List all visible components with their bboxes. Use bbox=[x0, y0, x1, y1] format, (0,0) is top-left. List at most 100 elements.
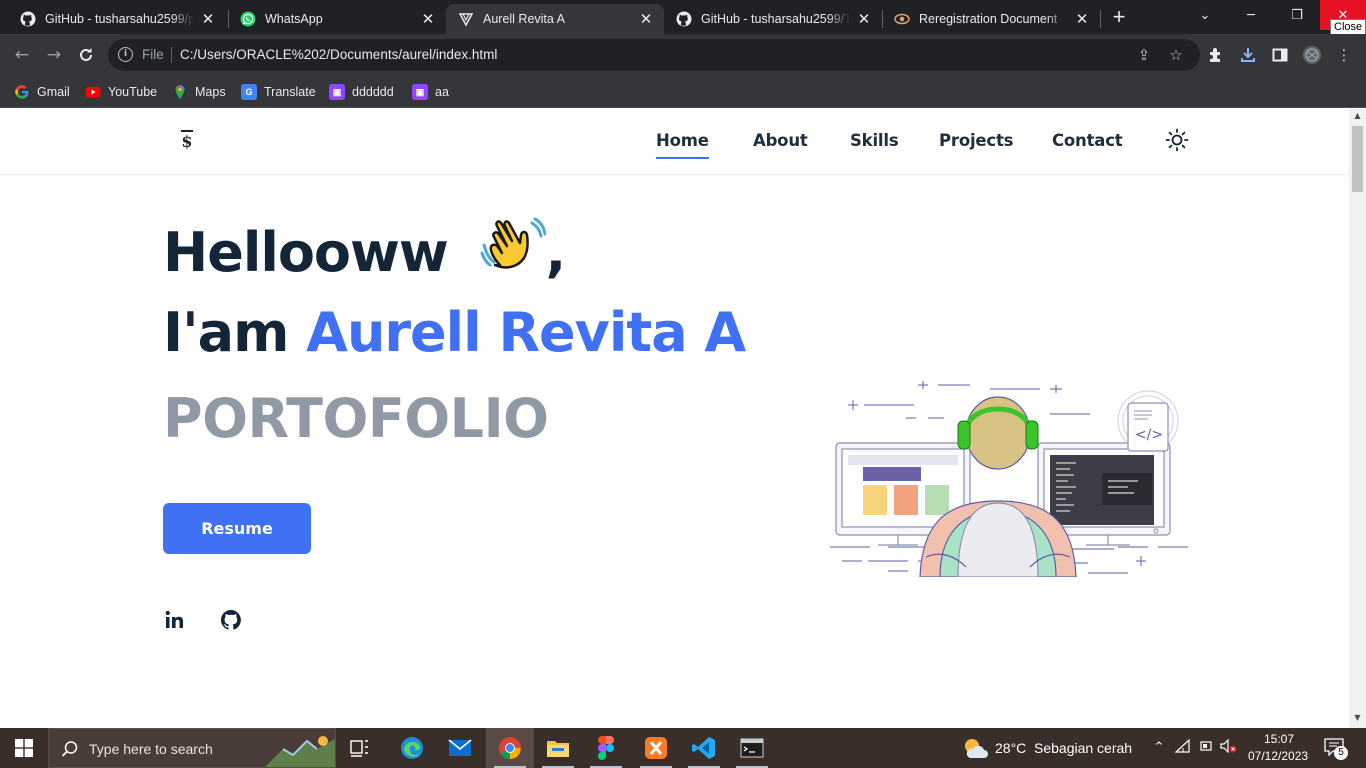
nav-skills[interactable]: Skills bbox=[850, 131, 899, 150]
nav-home[interactable]: Home bbox=[656, 131, 709, 159]
omnibox-divider bbox=[171, 47, 172, 63]
bookmark-label: aa bbox=[435, 85, 449, 99]
resume-button[interactable]: Resume bbox=[163, 503, 311, 554]
extensions-icon[interactable] bbox=[1206, 45, 1226, 65]
tab-title: GitHub - tusharsahu2599/Timer bbox=[701, 12, 850, 26]
tab-aurell-revita[interactable]: Aurell Revita A ✕ bbox=[446, 4, 664, 34]
menu-kebab-icon[interactable]: ⋮ bbox=[1334, 45, 1354, 65]
volume-muted-icon[interactable] bbox=[1220, 738, 1238, 757]
site-logo[interactable]: $ bbox=[169, 123, 205, 159]
profile-avatar[interactable] bbox=[1302, 45, 1322, 65]
youtube-icon bbox=[85, 84, 101, 100]
reload-button[interactable] bbox=[74, 43, 98, 67]
bookmark-dddddd[interactable]: ▣ dddddd bbox=[329, 82, 394, 102]
bookmark-label: Maps bbox=[195, 85, 226, 99]
tab-search-button[interactable]: ⌄ bbox=[1182, 0, 1228, 30]
svg-text:</>: </> bbox=[1135, 427, 1163, 443]
nav-about[interactable]: About bbox=[753, 131, 808, 150]
tab-reregistration[interactable]: Reregistration Document ✕ bbox=[882, 4, 1100, 34]
twitch-icon: ▣ bbox=[412, 84, 428, 100]
windows-logo-icon bbox=[15, 739, 33, 757]
close-tab-icon[interactable]: ✕ bbox=[856, 11, 872, 27]
chrome-icon[interactable] bbox=[486, 728, 534, 768]
close-tab-icon[interactable]: ✕ bbox=[1074, 11, 1090, 27]
figma-icon[interactable] bbox=[582, 728, 630, 768]
bookmark-label: Translate bbox=[264, 85, 316, 99]
forward-button[interactable]: → bbox=[42, 43, 66, 67]
clock-date[interactable]: 07/12/2023 bbox=[1248, 749, 1308, 763]
bookmark-maps[interactable]: Maps bbox=[172, 82, 226, 102]
maps-icon bbox=[172, 84, 188, 100]
bookmark-aa[interactable]: ▣ aa bbox=[412, 82, 449, 102]
edge-icon[interactable] bbox=[388, 728, 436, 768]
close-tab-icon[interactable]: ✕ bbox=[638, 11, 654, 27]
bookmark-star-icon[interactable]: ☆ bbox=[1167, 46, 1185, 64]
tab-title: WhatsApp bbox=[265, 12, 323, 26]
bookmark-youtube[interactable]: YouTube bbox=[85, 82, 157, 102]
address-bar[interactable]: i File C:/Users/ORACLE%202/Documents/aur… bbox=[108, 39, 1200, 71]
close-tab-icon[interactable]: ✕ bbox=[420, 11, 436, 27]
tab-whatsapp[interactable]: WhatsApp ✕ bbox=[228, 4, 446, 34]
close-tooltip: Close bbox=[1330, 19, 1366, 35]
scrollbar-thumb[interactable] bbox=[1352, 126, 1363, 192]
restore-button[interactable]: ❐ bbox=[1274, 0, 1320, 30]
sun-icon[interactable] bbox=[1165, 128, 1189, 152]
download-icon[interactable] bbox=[1238, 45, 1258, 65]
notification-center-icon[interactable]: 5 bbox=[1324, 738, 1348, 760]
linkedin-icon[interactable] bbox=[163, 608, 187, 632]
nav-projects[interactable]: Projects bbox=[939, 131, 1014, 150]
terminal-icon[interactable] bbox=[728, 728, 776, 768]
info-icon[interactable]: i bbox=[118, 47, 133, 62]
hero-subtitle: PORTOFOLIO bbox=[163, 387, 549, 450]
tab-title: Aurell Revita A bbox=[483, 12, 565, 26]
clock-time[interactable]: 15:07 bbox=[1262, 732, 1296, 746]
page-scrollbar[interactable]: ▲ ▼ bbox=[1349, 109, 1366, 728]
svg-text:$: $ bbox=[181, 132, 192, 151]
browser-toolbar: ← → i File C:/Users/ORACLE%202/Documents… bbox=[0, 34, 1366, 76]
taskbar-search[interactable]: Type here to search bbox=[48, 728, 336, 768]
new-tab-button[interactable]: + bbox=[1107, 6, 1131, 30]
bookmark-gmail[interactable]: Gmail bbox=[14, 82, 70, 102]
weather-icon[interactable] bbox=[962, 736, 988, 760]
search-highlight-image bbox=[261, 733, 335, 767]
task-view-icon[interactable] bbox=[336, 728, 384, 768]
hero-name: Aurell Revita A bbox=[306, 301, 746, 364]
page-viewport: $ Home About Skills Projects Contact Hel… bbox=[0, 109, 1349, 728]
windows-start-button[interactable] bbox=[0, 728, 48, 768]
nav-contact[interactable]: Contact bbox=[1052, 131, 1123, 150]
back-button[interactable]: ← bbox=[10, 43, 34, 67]
developer-illustration: </> bbox=[828, 381, 1194, 578]
hero-name-line: I'am Aurell Revita A bbox=[163, 301, 746, 364]
xampp-icon[interactable] bbox=[632, 728, 680, 768]
battery-icon[interactable] bbox=[1197, 739, 1215, 757]
chevron-up-icon[interactable]: ⌃ bbox=[1150, 739, 1168, 757]
tab-github-timer[interactable]: GitHub - tusharsahu2599/Timer ✕ bbox=[664, 4, 882, 34]
search-placeholder: Type here to search bbox=[89, 741, 213, 757]
doc-icon bbox=[894, 11, 910, 27]
vscode-icon[interactable] bbox=[680, 728, 728, 768]
greeting-text: Hellooww bbox=[163, 221, 449, 284]
bookmark-label: Gmail bbox=[37, 85, 70, 99]
scroll-down-icon[interactable]: ▼ bbox=[1353, 713, 1362, 722]
url-text[interactable]: C:/Users/ORACLE%202/Documents/aurel/inde… bbox=[180, 47, 497, 62]
minimize-button[interactable]: ─ bbox=[1228, 0, 1274, 30]
tab-github-portfolio[interactable]: GitHub - tusharsahu2599/portofolio ✕ bbox=[8, 4, 226, 34]
search-icon bbox=[61, 740, 79, 758]
bookmark-label: dddddd bbox=[352, 85, 394, 99]
close-tab-icon[interactable]: ✕ bbox=[200, 11, 216, 27]
translate-icon: G bbox=[241, 84, 257, 100]
weather-desc: Sebagian cerah bbox=[1034, 740, 1133, 756]
mail-icon[interactable] bbox=[436, 728, 484, 768]
tab-title: GitHub - tusharsahu2599/portofolio bbox=[45, 12, 194, 26]
scroll-up-icon[interactable]: ▲ bbox=[1353, 111, 1362, 120]
file-explorer-icon[interactable] bbox=[534, 728, 582, 768]
bookmarks-bar: Gmail YouTube Maps G Translate ▣ dddddd … bbox=[0, 76, 1366, 108]
tab-title: Reregistration Document bbox=[919, 12, 1058, 26]
browser-tab-strip: GitHub - tusharsahu2599/portofolio ✕ Wha… bbox=[0, 0, 1366, 35]
bookmark-translate[interactable]: G Translate bbox=[241, 82, 316, 102]
share-icon[interactable]: ⇪ bbox=[1135, 46, 1153, 64]
side-panel-icon[interactable] bbox=[1270, 45, 1290, 65]
hero-greeting: Hellooww , bbox=[163, 215, 566, 284]
github-icon[interactable] bbox=[219, 608, 243, 632]
network-icon[interactable] bbox=[1174, 738, 1192, 757]
